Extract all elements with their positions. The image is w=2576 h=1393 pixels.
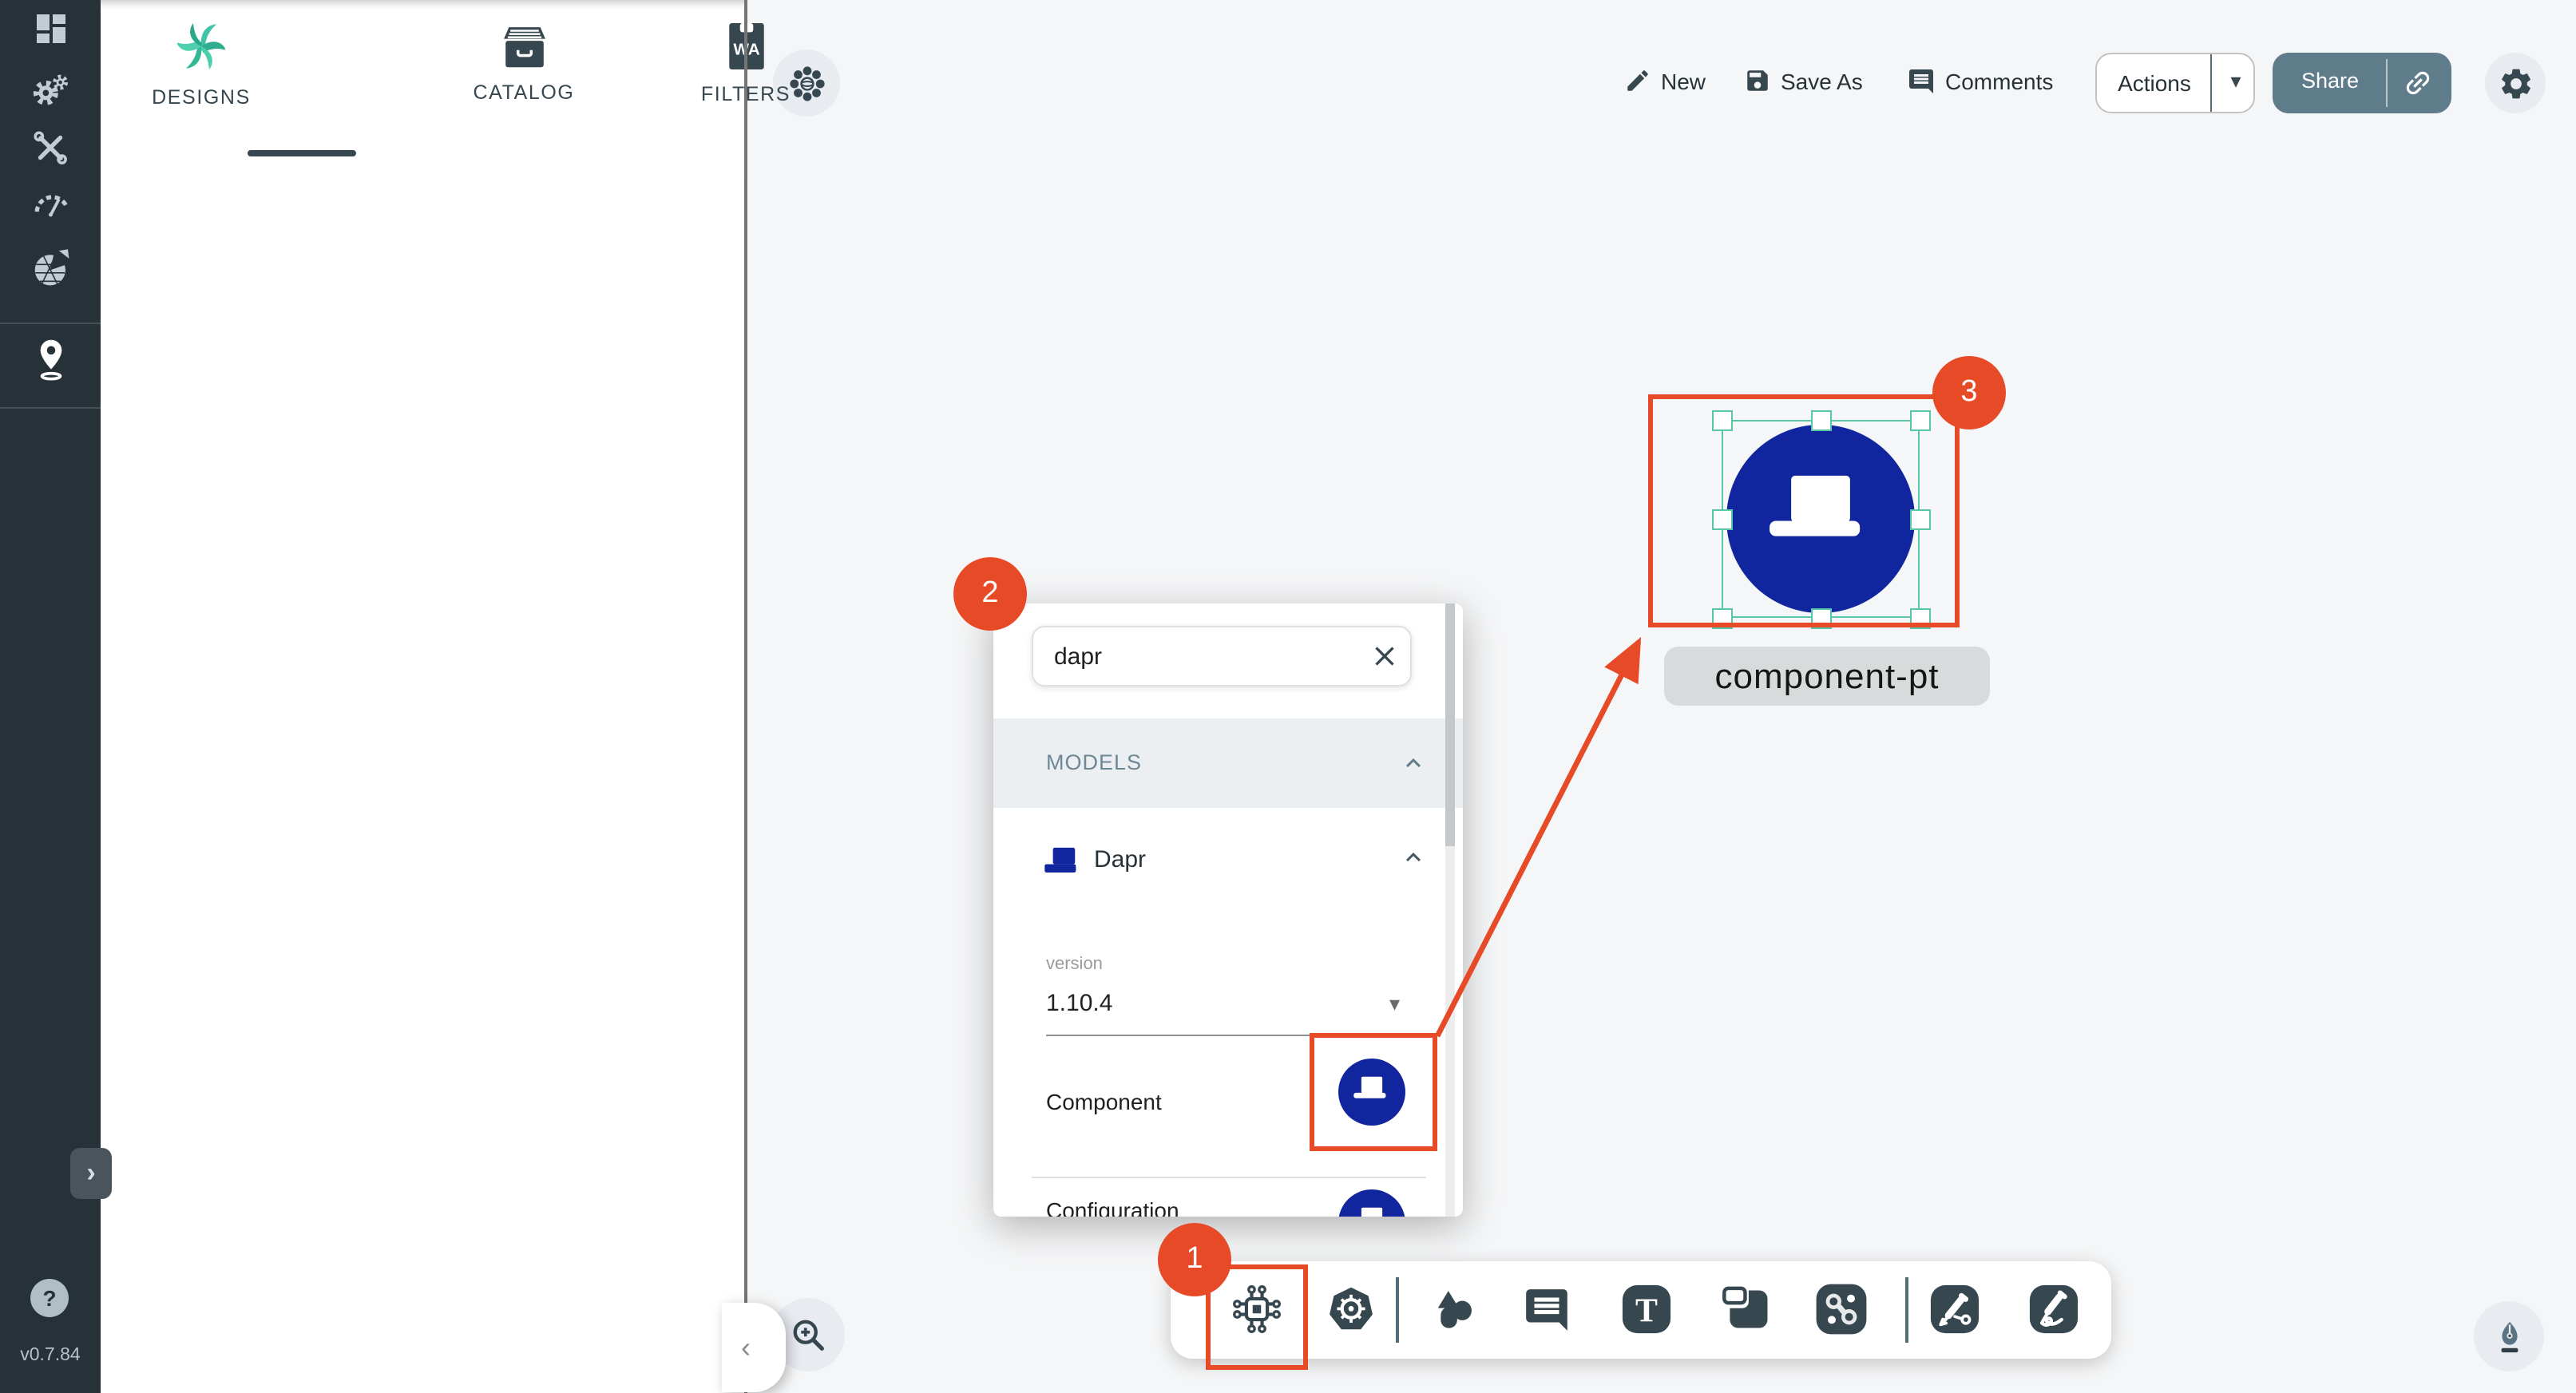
toolkit-wrenches-icon[interactable] bbox=[0, 126, 101, 168]
dapr-component-node[interactable] bbox=[1726, 425, 1915, 613]
dapr-component-icon[interactable] bbox=[1338, 1059, 1405, 1126]
save-as-label: Save As bbox=[1781, 68, 1863, 93]
actions-divider bbox=[2210, 54, 2212, 112]
performance-gauge-icon[interactable] bbox=[0, 182, 101, 225]
kubernetes-tool[interactable] bbox=[1324, 1282, 1378, 1336]
actions-button[interactable]: Actions ▾ bbox=[2095, 53, 2255, 113]
toolbar-divider bbox=[1905, 1277, 1908, 1343]
annotation-step-2: 2 bbox=[953, 557, 1027, 631]
model-row-dapr[interactable]: Dapr bbox=[993, 830, 1463, 900]
meshery-logo-icon bbox=[177, 19, 225, 73]
panel-resize-divider[interactable] bbox=[744, 0, 747, 1393]
canvas-toolbar: T bbox=[1171, 1261, 2111, 1359]
actions-label: Actions bbox=[2097, 70, 2212, 96]
link-edge-tool[interactable] bbox=[1814, 1282, 1869, 1336]
annotation-step-1: 1 bbox=[1158, 1223, 1231, 1296]
resize-handle-se[interactable] bbox=[1909, 607, 1930, 628]
sidebar-divider bbox=[0, 323, 101, 324]
popup-row-divider bbox=[1032, 1177, 1426, 1178]
dashboard-icon[interactable] bbox=[0, 8, 101, 49]
share-button[interactable]: Share bbox=[2273, 53, 2451, 113]
sidebar-expand-button[interactable]: › bbox=[70, 1148, 112, 1199]
design-mode-button[interactable] bbox=[2474, 1301, 2544, 1371]
new-design-button[interactable]: New bbox=[1624, 67, 1706, 94]
version-select-value[interactable]: 1.10.4 bbox=[1046, 990, 1112, 1017]
lifecycle-gears-icon[interactable] bbox=[0, 67, 101, 112]
comment-icon bbox=[1907, 67, 1936, 96]
version-select-caret-icon[interactable]: ▾ bbox=[1389, 991, 1400, 1017]
save-icon bbox=[1744, 67, 1771, 94]
toolbar-divider bbox=[1396, 1277, 1398, 1343]
app-version: v0.7.84 bbox=[0, 1346, 101, 1365]
resize-handle-sw[interactable] bbox=[1711, 607, 1732, 628]
text-tool[interactable]: T bbox=[1619, 1282, 1674, 1336]
save-as-button[interactable]: Save As bbox=[1744, 67, 1863, 94]
resize-handle-e[interactable] bbox=[1909, 509, 1930, 529]
models-section-header[interactable]: MODELS bbox=[993, 718, 1463, 808]
popup-search-box bbox=[1032, 626, 1412, 687]
sidebar-divider bbox=[0, 407, 101, 409]
left-nav-sidebar: › ? v0.7.84 bbox=[0, 0, 101, 1393]
kanvas-pin-icon[interactable] bbox=[0, 334, 101, 385]
models-section-label: MODELS bbox=[1046, 750, 1142, 774]
insert-component-tool[interactable] bbox=[1230, 1282, 1284, 1336]
clear-icon[interactable] bbox=[1369, 640, 1401, 672]
pencil-icon bbox=[1624, 67, 1651, 94]
svg-text:T: T bbox=[1635, 1293, 1658, 1330]
tab-designs[interactable]: DESIGNS bbox=[113, 19, 289, 109]
resize-handle-n[interactable] bbox=[1810, 410, 1831, 430]
dapr-hat-icon bbox=[1043, 846, 1080, 875]
catalog-archive-icon bbox=[501, 26, 547, 69]
new-label: New bbox=[1661, 68, 1706, 93]
resize-handle-nw[interactable] bbox=[1711, 410, 1732, 430]
version-label: version bbox=[1046, 955, 1103, 974]
popup-scrollbar-thumb[interactable] bbox=[1445, 604, 1455, 846]
shapes-tool[interactable] bbox=[1426, 1282, 1480, 1336]
pen-nib-icon bbox=[2489, 1316, 2529, 1356]
model-name: Dapr bbox=[1094, 846, 1146, 873]
designs-panel bbox=[101, 0, 744, 1393]
chevron-up-icon[interactable] bbox=[1399, 843, 1428, 872]
notes-tool[interactable] bbox=[1718, 1282, 1773, 1336]
actions-caret-icon[interactable]: ▾ bbox=[2218, 69, 2253, 94]
comments-button[interactable]: Comments bbox=[1907, 67, 2053, 96]
dapr-configuration-icon[interactable] bbox=[1338, 1189, 1405, 1217]
share-label: Share bbox=[2273, 69, 2388, 93]
settings-button[interactable] bbox=[2485, 53, 2546, 113]
active-tab-underline bbox=[248, 150, 356, 156]
help-button[interactable]: ? bbox=[30, 1279, 69, 1317]
pen-tool[interactable] bbox=[1928, 1282, 1982, 1336]
chevron-up-icon[interactable] bbox=[1399, 749, 1428, 778]
component-result-label: Component bbox=[1046, 1089, 1162, 1114]
node-name-label[interactable]: component-pt bbox=[1664, 647, 1990, 706]
panel-collapse-handle[interactable]: ‹ bbox=[722, 1303, 786, 1392]
panel-tabs: DESIGNS CATALOG WA FILTERS bbox=[101, 0, 744, 176]
freehand-draw-tool[interactable] bbox=[2027, 1282, 2081, 1336]
version-select-underline bbox=[1046, 1035, 1434, 1036]
comment-tool[interactable] bbox=[1519, 1282, 1573, 1336]
tab-catalog[interactable]: CATALOG bbox=[436, 26, 612, 104]
popup-search-input[interactable] bbox=[1054, 627, 1357, 685]
resize-handle-w[interactable] bbox=[1711, 509, 1732, 529]
configuration-result-label: Configuration bbox=[1046, 1197, 1179, 1217]
configuration-result-row[interactable]: Configuration bbox=[993, 1188, 1463, 1217]
resize-handle-s[interactable] bbox=[1810, 607, 1831, 628]
tab-designs-label: DESIGNS bbox=[113, 86, 289, 109]
annotation-step-3: 3 bbox=[1932, 356, 2006, 429]
copy-link-icon[interactable] bbox=[2402, 67, 2434, 99]
comments-label: Comments bbox=[1945, 69, 2053, 94]
resize-handle-ne[interactable] bbox=[1909, 410, 1930, 430]
component-result-row[interactable]: Component bbox=[993, 1046, 1463, 1177]
mesh-adapter-icon[interactable] bbox=[0, 246, 101, 291]
zoom-in-icon bbox=[787, 1314, 829, 1355]
gear-icon bbox=[2497, 65, 2534, 101]
tab-catalog-label: CATALOG bbox=[436, 81, 612, 104]
share-divider bbox=[2386, 59, 2388, 107]
kanvas-app: › ? v0.7.84 DESIGNS bbox=[0, 0, 2576, 1393]
component-search-popup: MODELS Dapr version 1.10.4 ▾ Component bbox=[993, 604, 1463, 1217]
